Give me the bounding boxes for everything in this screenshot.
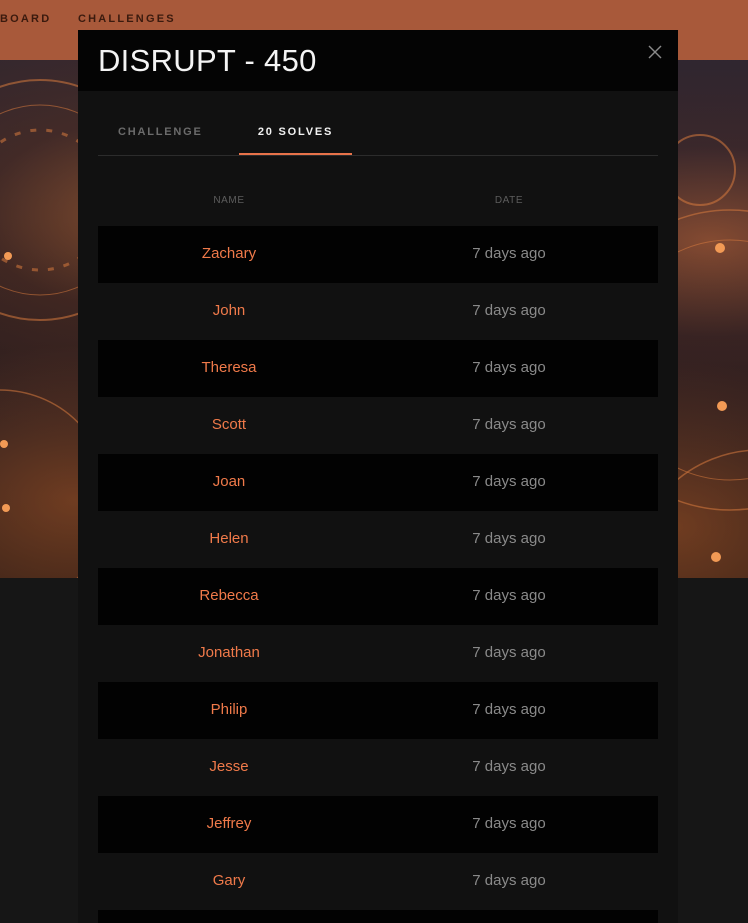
solve-date: 7 days ago [472, 245, 546, 262]
table-row: Philip 7 days ago [98, 682, 658, 739]
solve-date: 7 days ago [472, 359, 546, 376]
table-row: Jesse 7 days ago [98, 739, 658, 796]
table-row: Scott 7 days ago [98, 397, 658, 454]
solver-name-link[interactable]: John [89, 302, 369, 319]
solve-date: 7 days ago [472, 644, 546, 661]
page: BOARD CHALLENGES DISRUPT - 450 CHALLENGE… [0, 0, 748, 923]
solve-date: 7 days ago [472, 416, 546, 433]
modal-title: DISRUPT - 450 [98, 43, 317, 78]
solver-name-link[interactable]: Jeffrey [89, 815, 369, 832]
solver-name-link[interactable]: Jonathan [89, 644, 369, 661]
table-row: Joan 7 days ago [98, 454, 658, 511]
tab-solves[interactable]: 20 SOLVES [239, 126, 352, 155]
solve-date: 7 days ago [472, 473, 546, 490]
table-row: Jonathan 7 days ago [98, 625, 658, 682]
solve-date: 7 days ago [472, 701, 546, 718]
solver-name-link[interactable]: Joan [89, 473, 369, 490]
table-row: Rebecca 7 days ago [98, 568, 658, 625]
table-row: Jeffrey 7 days ago [98, 796, 658, 853]
solver-name-link[interactable]: Philip [89, 701, 369, 718]
table-row: Theresa 7 days ago [98, 340, 658, 397]
solve-date: 7 days ago [472, 872, 546, 889]
nav-link-challenges[interactable]: CHALLENGES [78, 13, 176, 25]
solver-name-link[interactable]: Jesse [89, 758, 369, 775]
active-tab-indicator [239, 153, 352, 155]
solver-name-link[interactable]: Scott [89, 416, 369, 433]
table-row: John 7 days ago [98, 283, 658, 340]
solve-date: 7 days ago [472, 815, 546, 832]
table-row: Helen 7 days ago [98, 511, 658, 568]
close-icon[interactable] [645, 42, 665, 62]
table-header: NAME DATE [98, 170, 658, 226]
solve-date: 7 days ago [472, 758, 546, 775]
solver-name-link[interactable]: Theresa [89, 359, 369, 376]
solve-date: 7 days ago [472, 302, 546, 319]
tab-challenge[interactable]: CHALLENGE [118, 126, 203, 138]
solve-date: 7 days ago [472, 530, 546, 547]
nav-link-scoreboard[interactable]: BOARD [0, 13, 51, 25]
solver-name-link[interactable]: Rebecca [89, 587, 369, 604]
solves-table: NAME DATE Zachary 7 days ago John 7 days… [98, 170, 658, 923]
column-header-date: DATE [494, 195, 524, 206]
modal-tabs: CHALLENGE 20 SOLVES [98, 112, 658, 156]
table-row: Zachary 7 days ago [98, 226, 658, 283]
modal-header: DISRUPT - 450 [78, 30, 678, 91]
solver-name-link[interactable]: Zachary [89, 245, 369, 262]
table-row [98, 910, 658, 923]
solver-name-link[interactable]: Helen [89, 530, 369, 547]
column-header-name: NAME [213, 195, 245, 206]
solve-date: 7 days ago [472, 587, 546, 604]
solver-name-link[interactable]: Gary [89, 872, 369, 889]
challenge-modal: DISRUPT - 450 CHALLENGE 20 SOLVES NAME D… [78, 30, 678, 923]
table-row: Gary 7 days ago [98, 853, 658, 910]
